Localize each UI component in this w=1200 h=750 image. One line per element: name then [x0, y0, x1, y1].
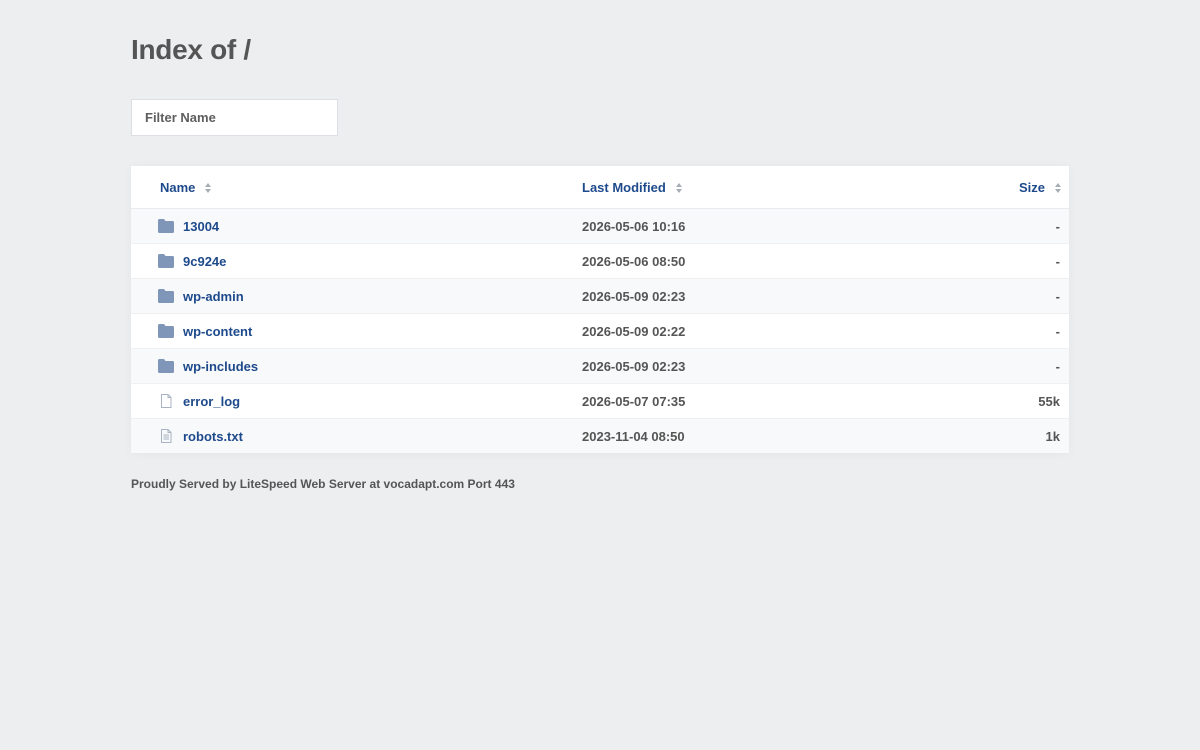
last-modified-cell: 2026-05-09 02:23 — [582, 289, 686, 304]
size-cell: - — [1055, 289, 1060, 304]
file-link[interactable]: 13004 — [183, 219, 219, 234]
size-cell: - — [1055, 359, 1060, 374]
file-link[interactable]: error_log — [183, 394, 240, 409]
name-header-label: Name — [160, 180, 196, 195]
folder-icon — [158, 289, 174, 303]
folder-icon — [158, 219, 174, 233]
table-row: error_log 2026-05-07 07:35 55k — [131, 384, 1069, 419]
folder-icon — [158, 324, 174, 338]
table-header: Name Last Modified Size — [131, 166, 1069, 209]
last-modified-header-label: Last Modified — [582, 180, 666, 195]
last-modified-cell: 2026-05-09 02:22 — [582, 324, 686, 339]
file-link[interactable]: wp-content — [183, 324, 252, 339]
table-row: 9c924e 2026-05-06 08:50 - — [131, 244, 1069, 279]
size-cell: - — [1055, 219, 1060, 234]
last-modified-cell: 2023-11-04 08:50 — [582, 429, 685, 444]
last-modified-cell: 2026-05-09 02:23 — [582, 359, 686, 374]
last-modified-cell: 2026-05-06 10:16 — [582, 219, 686, 234]
file-link[interactable]: robots.txt — [183, 429, 243, 444]
table-body: 13004 2026-05-06 10:16 - 9c924e 2026-05-… — [131, 209, 1069, 453]
sort-icon — [1055, 182, 1061, 193]
sort-by-name-header[interactable]: Name — [160, 180, 212, 195]
size-cell: - — [1055, 254, 1060, 269]
last-modified-cell: 2026-05-07 07:35 — [582, 394, 686, 409]
table-row: robots.txt 2023-11-04 08:50 1k — [131, 419, 1069, 453]
filter-name-input[interactable] — [131, 99, 338, 136]
text-file-icon — [158, 429, 174, 443]
sort-icon — [205, 182, 212, 193]
file-link[interactable]: wp-admin — [183, 289, 244, 304]
file-listing-table: Name Last Modified Size 13004 2026-05-06… — [131, 166, 1069, 453]
sort-by-last-modified-header[interactable]: Last Modified — [582, 180, 682, 195]
table-row: wp-includes 2026-05-09 02:23 - — [131, 349, 1069, 384]
sort-icon — [675, 182, 682, 193]
page-title: Index of / — [131, 34, 251, 65]
size-cell: 55k — [1038, 394, 1060, 409]
file-link[interactable]: wp-includes — [183, 359, 258, 374]
server-footer: Proudly Served by LiteSpeed Web Server a… — [131, 477, 515, 491]
table-row: wp-admin 2026-05-09 02:23 - — [131, 279, 1069, 314]
file-link[interactable]: 9c924e — [183, 254, 226, 269]
size-cell: 1k — [1045, 429, 1060, 444]
table-row: 13004 2026-05-06 10:16 - — [131, 209, 1069, 244]
size-header-label: Size — [1018, 180, 1045, 195]
folder-icon — [158, 359, 174, 373]
table-row: wp-content 2026-05-09 02:22 - — [131, 314, 1069, 349]
size-cell: - — [1055, 324, 1060, 339]
file-icon — [158, 394, 174, 408]
last-modified-cell: 2026-05-06 08:50 — [582, 254, 686, 269]
folder-icon — [158, 254, 174, 268]
sort-by-size-header[interactable]: Size — [1019, 180, 1061, 195]
